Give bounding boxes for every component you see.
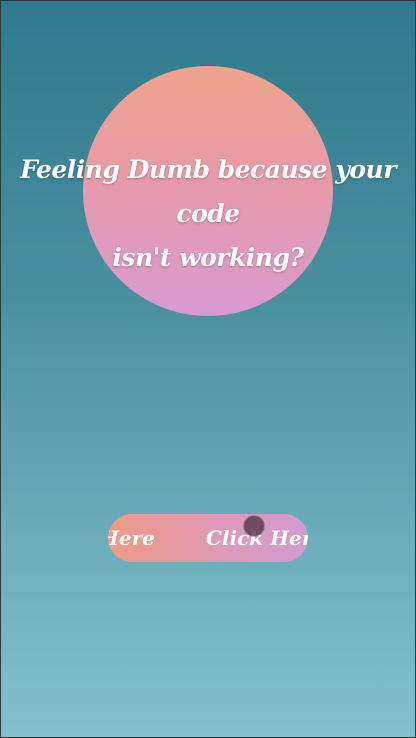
headline-line-1: Feeling Dumb because your code	[20, 155, 396, 228]
headline-line-2: isn't working?	[112, 243, 304, 272]
button-label-left: Here	[108, 526, 155, 550]
touch-cursor-icon	[244, 516, 264, 536]
headline: Feeling Dumb because your code isn't wor…	[0, 148, 416, 280]
click-here-button[interactable]: Here Click Here	[108, 514, 308, 562]
